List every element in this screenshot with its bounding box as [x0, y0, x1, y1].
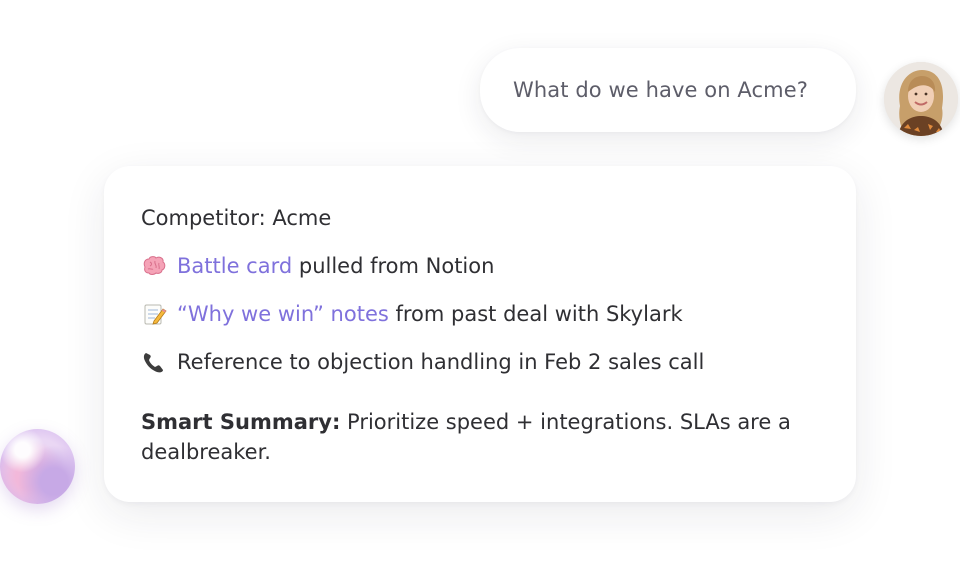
reply-item-why-we-win: “Why we win” notes from past deal with S…: [141, 300, 683, 328]
user-avatar-photo: [884, 62, 958, 136]
reply-item-text: Reference to objection handling in Feb 2…: [177, 350, 705, 374]
reply-item-battle-card: Battle card pulled from Notion: [141, 252, 494, 280]
why-we-win-notes-link[interactable]: “Why we win” notes: [177, 300, 389, 328]
assistant-reply-card: Competitor: Acme Battle card pulled from…: [104, 166, 856, 502]
user-message-bubble: What do we have on Acme?: [480, 48, 856, 132]
reply-title: Competitor: Acme: [141, 206, 332, 230]
memo-icon: [141, 301, 167, 327]
ai-assistant-orb-icon: [0, 429, 75, 504]
reply-item-text: from past deal with Skylark: [388, 302, 683, 326]
reply-item-text: pulled from Notion: [292, 254, 495, 278]
smart-summary: Smart Summary: Prioritize speed + integr…: [141, 407, 821, 467]
smart-summary-label: Smart Summary:: [141, 410, 341, 434]
user-message-text: What do we have on Acme?: [513, 78, 808, 102]
reply-item-objection-handling: Reference to objection handling in Feb 2…: [141, 348, 704, 376]
chat-stage: What do we have on Acme? Competitor: Acm…: [0, 0, 960, 579]
phone-icon: [141, 349, 167, 375]
battle-card-link[interactable]: Battle card: [177, 252, 292, 280]
user-avatar: [884, 62, 958, 136]
brain-icon: [141, 253, 167, 279]
